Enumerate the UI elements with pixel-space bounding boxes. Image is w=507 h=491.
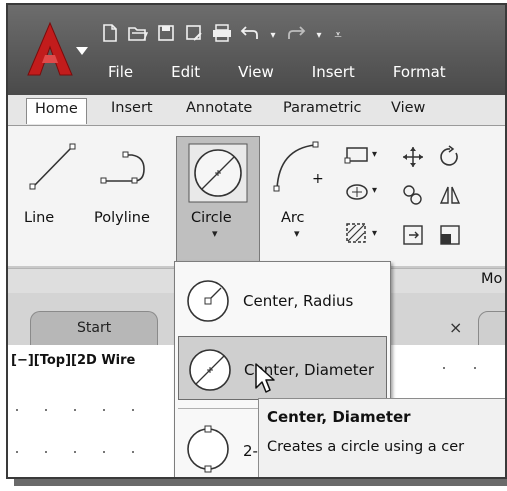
circle-dropdown-arrow-icon: ▾ [212,227,218,240]
ellipse-icon[interactable] [344,181,370,203]
tooltip-description: Creates a circle using a cer [267,439,465,455]
application-menu-button[interactable] [20,19,90,81]
mouse-cursor-icon [255,363,275,393]
redo-dropdown-icon[interactable]: ▾ [314,30,324,41]
menu-format[interactable]: Format [393,63,446,81]
menu-item-center-radius[interactable]: Center, Radius [175,270,388,330]
ellipse-dropdown-icon[interactable]: ▾ [372,185,377,196]
grid-dot [74,451,76,453]
grid-dot [45,451,47,453]
line-icon[interactable] [28,141,80,193]
new-icon[interactable] [100,23,120,47]
circle-center-diameter-icon [189,349,231,391]
save-as-icon[interactable] [184,24,204,47]
circle-tool-label: Circle [191,210,232,226]
polyline-icon[interactable] [100,143,160,193]
circle-diameter-icon [188,143,248,203]
grid-dot [16,451,18,453]
rotate-icon[interactable] [438,145,462,169]
move-icon[interactable] [401,145,425,169]
menu-item-label: 2- [243,442,258,460]
mirror-icon[interactable] [438,183,462,207]
quick-access-toolbar: ▾ ▾ ⩡ [100,23,344,47]
stretch-icon[interactable] [401,223,425,247]
undo-dropdown-icon[interactable]: ▾ [268,30,278,41]
application-window: ▾ ▾ ⩡ File Edit View Insert Format Home … [6,3,507,479]
customize-icon[interactable]: ⩡ [332,28,344,43]
tooltip-title: Center, Diameter [267,408,411,426]
menu-item-center-diameter[interactable]: Center, Diameter [178,336,387,400]
close-tab-icon[interactable]: × [449,318,462,337]
tab-home[interactable]: Home [26,98,87,124]
plot-icon[interactable] [212,23,232,47]
circle-two-point-icon [187,425,229,473]
redo-icon[interactable] [286,24,306,47]
new-tab-button[interactable] [478,311,505,347]
modify-panel-label[interactable]: Mo [481,271,502,287]
grid-dot [103,409,105,411]
viewport-controls[interactable]: [−][Top][2D Wire [11,353,135,368]
grid-dot [74,409,76,411]
start-tab-label: Start [77,320,112,336]
undo-icon[interactable] [240,24,260,47]
circle-center-radius-icon [187,280,229,322]
menu-item-label: Center, Radius [243,292,354,310]
menu-edit[interactable]: Edit [171,63,200,81]
title-bar: ▾ ▾ ⩡ File Edit View Insert Format [8,5,505,95]
scale-icon[interactable] [438,223,462,247]
autocad-logo-icon [27,21,88,76]
arc-dropdown-arrow-icon[interactable]: ▾ [294,227,300,240]
grid-dot [16,409,18,411]
tooltip: Center, Diameter Creates a circle using … [258,398,505,477]
grid-dot [45,409,47,411]
tab-view[interactable]: View [391,100,425,116]
grid-dot [443,367,445,369]
menu-file[interactable]: File [108,63,133,81]
arc-tool-label[interactable]: Arc [281,210,305,226]
ribbon-tabs: Home Insert Annotate Parametric View [8,95,505,126]
hatch-icon[interactable] [344,221,370,245]
save-icon[interactable] [156,24,176,47]
rectangle-icon[interactable] [344,145,370,165]
svg-text:+: + [312,171,324,187]
menu-insert[interactable]: Insert [312,63,355,81]
grid-dot [132,451,134,453]
grid-dot [103,451,105,453]
grid-dot [474,367,476,369]
grid-dot [132,409,134,411]
menu-bar: File Edit View Insert Format [108,63,484,81]
arc-icon[interactable]: + [269,139,329,197]
line-tool-label[interactable]: Line [24,210,54,226]
rectangle-dropdown-icon[interactable]: ▾ [372,149,377,160]
menu-view[interactable]: View [238,63,274,81]
tab-parametric[interactable]: Parametric [283,100,362,116]
tab-annotate[interactable]: Annotate [186,100,252,116]
copy-icon[interactable] [401,183,425,207]
open-icon[interactable] [128,24,149,47]
tab-insert[interactable]: Insert [111,100,153,116]
hatch-dropdown-icon[interactable]: ▾ [372,228,377,239]
polyline-tool-label[interactable]: Polyline [94,210,150,226]
